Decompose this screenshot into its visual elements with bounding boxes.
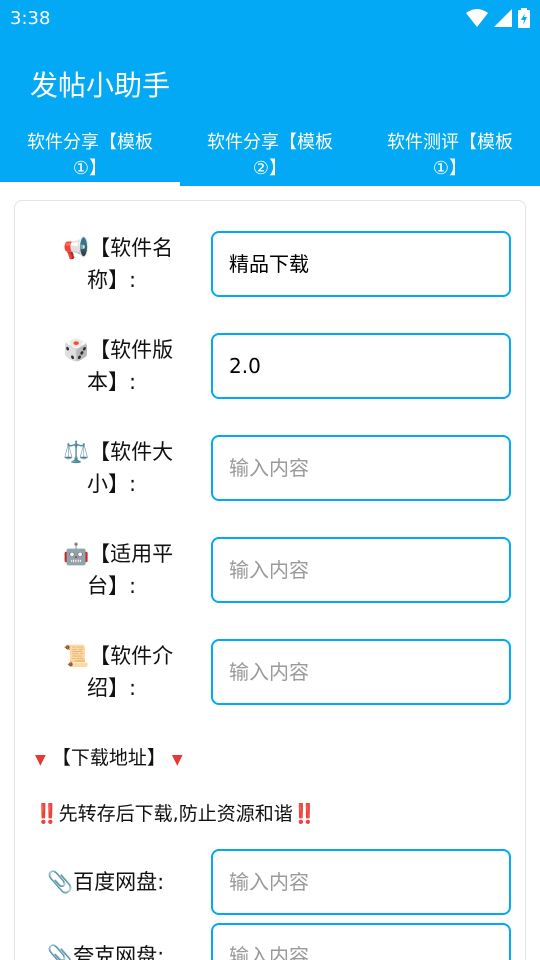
tab-software-share-1[interactable]: 软件分享【模板 ①】	[0, 128, 180, 186]
label-text: 小】:	[87, 472, 137, 496]
label-text: 【软件介	[89, 644, 174, 668]
label-text: 百度网盘:	[73, 870, 165, 894]
tab-label: ①】	[72, 158, 108, 179]
field-row-software-version: 🎲【软件版 本】: 2.0	[15, 333, 527, 399]
field-row-software-size: ⚖️【软件大 小】: 输入内容	[15, 435, 527, 501]
label-text: 夸克网盘:	[73, 944, 165, 960]
tab-label: 软件分享【模板	[27, 132, 153, 153]
label-text: 【软件大	[89, 440, 174, 464]
label-text: 【软件名	[89, 236, 174, 260]
app-bar: 发帖小助手	[0, 38, 540, 128]
tab-label: 软件分享【模板	[207, 132, 333, 153]
field-row-quark: 📎夸克网盘: 输入内容	[15, 923, 527, 960]
field-row-baidu: 📎百度网盘: 输入内容	[15, 849, 527, 915]
field-label: 🎲【软件版 本】:	[63, 334, 203, 398]
paperclip-icon: 📎	[47, 870, 74, 894]
notice-text: 先转存后下载,防止资源和谐	[58, 803, 293, 825]
field-label: ⚖️【软件大 小】:	[63, 436, 203, 500]
field-label: 📢【软件名 称】:	[63, 232, 203, 296]
battery-icon	[518, 8, 530, 28]
tab-label: 软件测评【模板	[387, 132, 513, 153]
field-row-software-name: 📢【软件名 称】: 精品下载	[15, 231, 527, 297]
status-icons	[466, 8, 530, 28]
status-bar: 3:38	[0, 0, 540, 38]
megaphone-icon: 📢	[63, 236, 90, 260]
field-label: 📎夸克网盘:	[47, 940, 217, 960]
tab-label: ①】	[432, 158, 468, 179]
dice-icon: 🎲	[63, 338, 90, 362]
label-text: 称】:	[87, 268, 137, 292]
section-title: 【下载地址】	[51, 747, 166, 769]
double-exclamation-icon: ‼️	[35, 803, 59, 825]
software-version-input[interactable]: 2.0	[211, 333, 511, 399]
page-title: 发帖小助手	[30, 69, 171, 102]
robot-icon: 🤖	[63, 542, 90, 566]
field-row-description: 📜【软件介 绍】: 输入内容	[15, 639, 527, 705]
tab-label: ②】	[252, 158, 288, 179]
status-time: 3:38	[10, 8, 51, 29]
label-text: 【软件版	[89, 338, 174, 362]
quark-link-input[interactable]: 输入内容	[211, 923, 511, 960]
form-card: 📢【软件名 称】: 精品下载 🎲【软件版 本】: 2.0 ⚖️【软件大 小】: …	[14, 200, 526, 960]
field-label: 📎百度网盘:	[47, 866, 217, 898]
tab-bar: 软件分享【模板 ①】 软件分享【模板 ②】 软件测评【模板 ①】	[0, 128, 540, 186]
field-label: 📜【软件介 绍】:	[63, 640, 203, 704]
scales-icon: ⚖️	[63, 440, 90, 464]
platform-input[interactable]: 输入内容	[211, 537, 511, 603]
tab-software-share-2[interactable]: 软件分享【模板 ②】	[180, 128, 360, 186]
label-text: 绍】:	[87, 676, 137, 700]
description-input[interactable]: 输入内容	[211, 639, 511, 705]
triangle-down-icon: ▼	[35, 752, 46, 768]
double-exclamation-icon: ‼️	[292, 803, 317, 825]
software-size-input[interactable]: 输入内容	[211, 435, 511, 501]
scroll-icon: 📜	[63, 644, 90, 668]
tab-software-review-1[interactable]: 软件测评【模板 ①】	[360, 128, 540, 186]
field-label: 🤖【适用平 台】:	[63, 538, 203, 602]
paperclip-icon: 📎	[47, 944, 74, 960]
triangle-down-icon: ▼	[171, 752, 183, 768]
signal-icon	[494, 9, 512, 27]
baidu-link-input[interactable]: 输入内容	[211, 849, 511, 915]
label-text: 台】:	[87, 574, 137, 598]
wifi-icon	[466, 9, 488, 27]
download-notice: ‼️先转存后下载,防止资源和谐‼️	[35, 799, 316, 826]
label-text: 本】:	[87, 370, 137, 394]
software-name-input[interactable]: 精品下载	[211, 231, 511, 297]
field-row-platform: 🤖【适用平 台】: 输入内容	[15, 537, 527, 603]
download-section-header: ▼ 【下载地址】 ▼	[35, 743, 183, 770]
label-text: 【适用平	[89, 542, 174, 566]
